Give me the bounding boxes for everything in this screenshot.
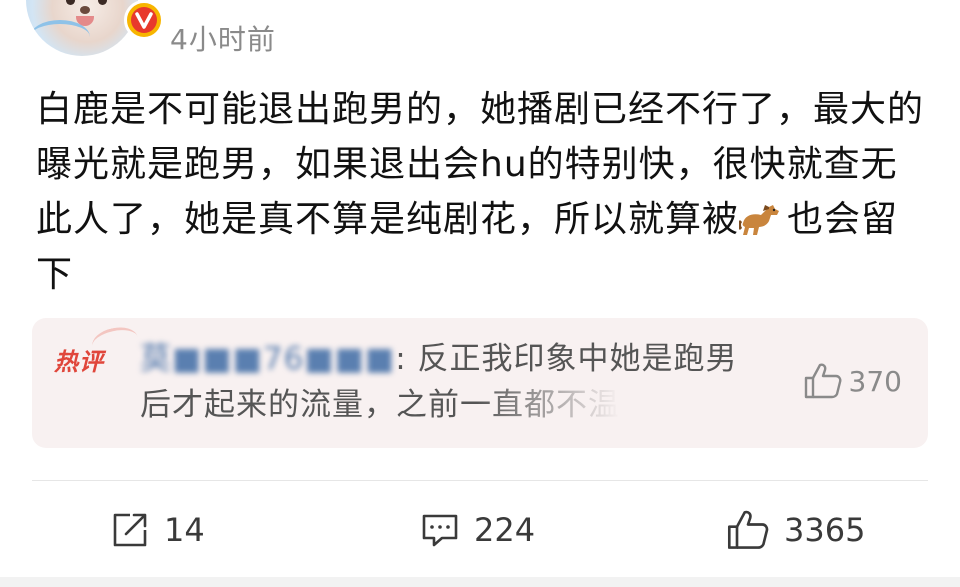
divider bbox=[32, 480, 928, 481]
avatar-wave bbox=[30, 20, 90, 54]
repost-count: 14 bbox=[164, 511, 205, 549]
hot-comment-line2: 后才起来的流量，之前一直都不温 bbox=[140, 387, 620, 423]
post-content[interactable]: 白鹿是不可能退出跑男的，她播剧已经不行了，最大的曝光就是跑男，如果退出会hu的特… bbox=[36, 82, 926, 302]
comment-icon bbox=[422, 514, 458, 547]
comment-count: 224 bbox=[474, 511, 536, 549]
avatar[interactable] bbox=[26, 0, 138, 56]
hot-comment-like-button[interactable]: 370 bbox=[803, 362, 902, 400]
hot-comment-line1: 反正我印象中她是跑男 bbox=[406, 341, 738, 377]
hot-comment-card[interactable]: 热评 莫■■■76■■■: 反正我印象中她是跑男 后才起来的流量，之前一直都不温… bbox=[32, 318, 928, 448]
hot-comment-username[interactable]: 莫■■■76■■■ bbox=[140, 341, 395, 377]
verified-v-icon bbox=[131, 7, 157, 33]
like-count: 3365 bbox=[784, 511, 866, 549]
repost-button[interactable]: 14 bbox=[110, 505, 205, 555]
avatar-eye-left bbox=[66, 0, 75, 5]
hot-comment-text[interactable]: 莫■■■76■■■: 反正我印象中她是跑男 后才起来的流量，之前一直都不温 bbox=[140, 336, 780, 428]
repost-icon bbox=[113, 513, 147, 547]
weibo-post: 4小时前 白鹿是不可能退出跑男的，她播剧已经不行了，最大的曝光就是跑男，如果退出… bbox=[0, 0, 960, 587]
hot-comment-separator: : bbox=[395, 341, 407, 377]
action-bar: 14 224 3365 bbox=[0, 505, 960, 555]
thumbs-up-icon bbox=[804, 363, 841, 399]
hot-comment-tag: 热评 bbox=[54, 348, 104, 376]
bottom-separator bbox=[0, 577, 960, 587]
avatar-nose bbox=[80, 6, 90, 14]
avatar-eye-right bbox=[98, 0, 107, 5]
comment-button[interactable]: 224 bbox=[420, 505, 535, 555]
horse-emoji-icon bbox=[738, 198, 783, 235]
like-button[interactable]: 3365 bbox=[726, 505, 865, 555]
hot-comment-like-count: 370 bbox=[848, 364, 902, 398]
like-icon bbox=[727, 510, 769, 549]
author-header[interactable] bbox=[26, 0, 164, 58]
post-timestamp: 4小时前 bbox=[170, 23, 276, 56]
verified-badge-icon bbox=[124, 0, 164, 40]
